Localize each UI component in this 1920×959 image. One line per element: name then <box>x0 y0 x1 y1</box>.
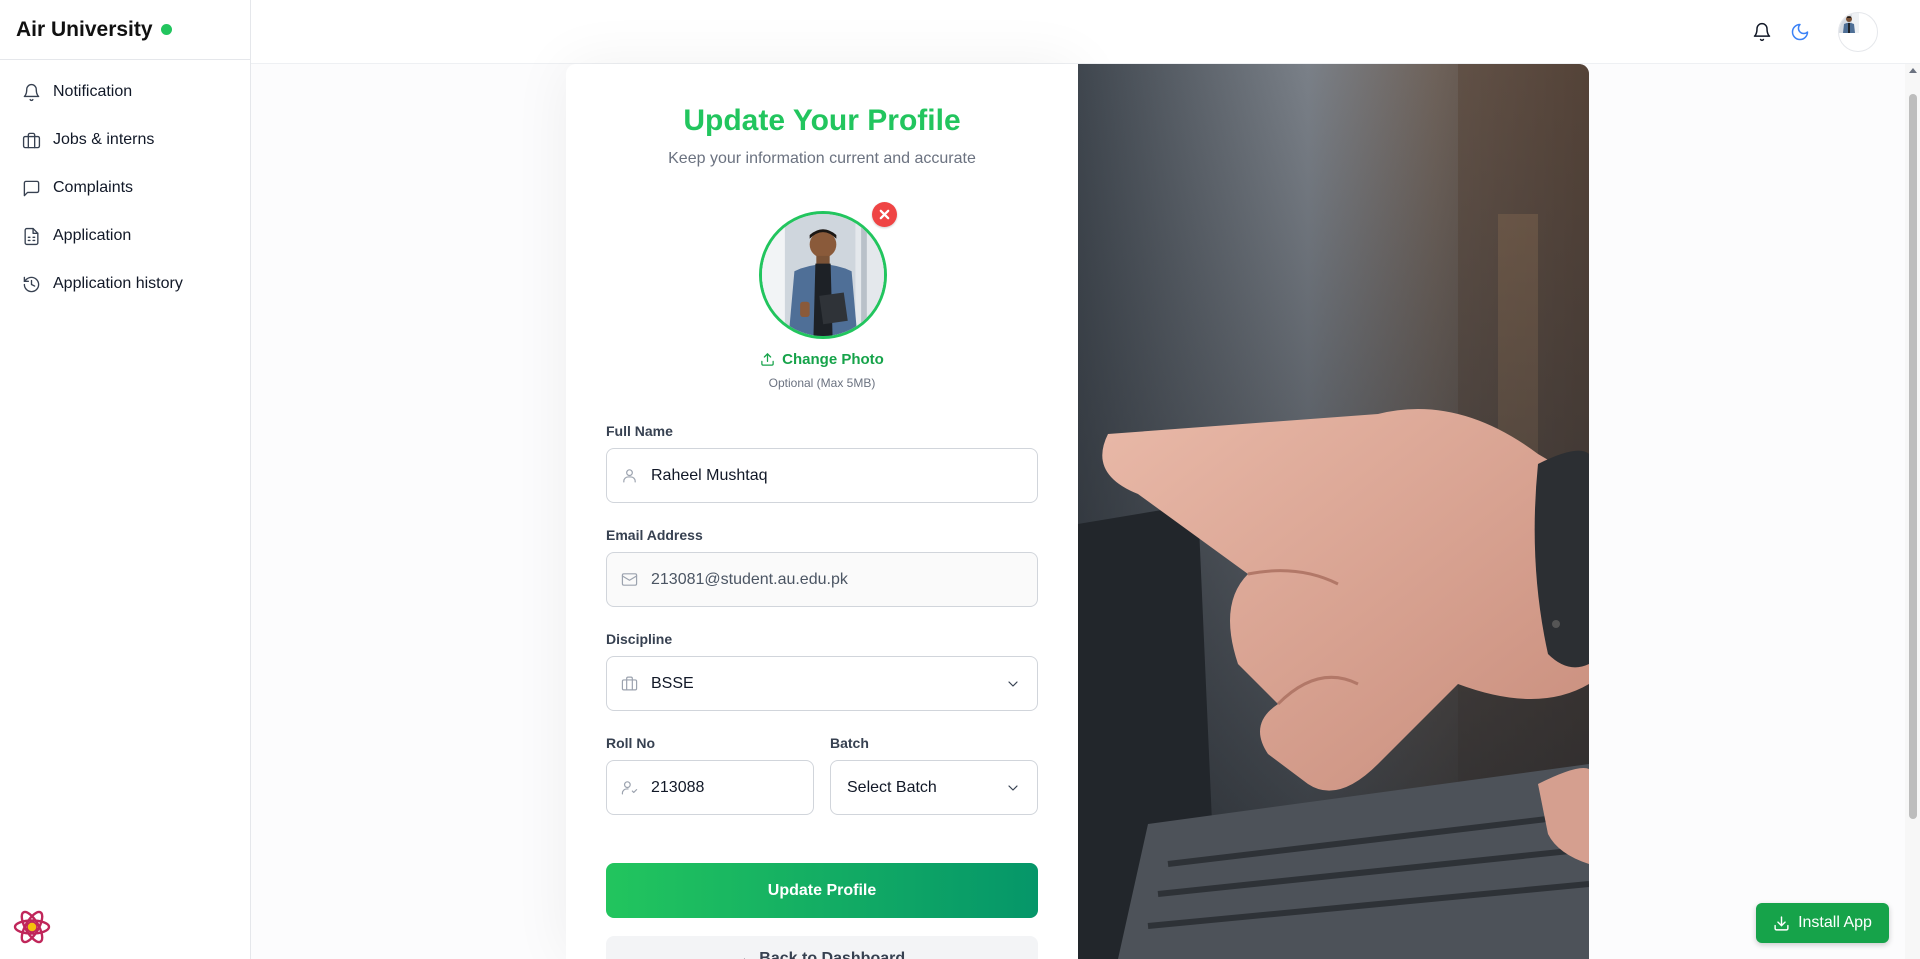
download-icon <box>1774 915 1789 931</box>
email-field[interactable]: 213081@student.au.edu.pk <box>606 552 1038 607</box>
decorative-photo <box>1078 64 1589 959</box>
full-name-label: Full Name <box>606 423 673 439</box>
mail-icon <box>621 573 638 586</box>
discipline-select[interactable]: BSSE <box>606 656 1038 711</box>
roll-no-label: Roll No <box>606 735 655 751</box>
user-icon <box>623 469 636 483</box>
top-actions <box>1752 12 1878 52</box>
message-square-icon <box>23 180 40 196</box>
page-subtitle: Keep your information current and accura… <box>668 150 976 167</box>
profile-avatar <box>759 211 887 339</box>
avatar-image <box>1839 13 1859 33</box>
sidebar-item-jobs[interactable]: Jobs & interns <box>0 116 250 164</box>
profile-photo <box>759 202 897 341</box>
sidebar-item-label: Notification <box>53 83 133 100</box>
top-bar <box>251 0 1920 64</box>
install-app-label: Install App <box>1798 914 1872 931</box>
email-label: Email Address <box>606 527 703 543</box>
sidebar-item-application-history[interactable]: Application history <box>0 260 250 308</box>
sidebar-item-label: Application <box>53 227 132 244</box>
sidebar-item-label: Complaints <box>53 179 134 196</box>
brand-name: Air University <box>16 17 153 41</box>
scrollbar-thumb[interactable] <box>1909 94 1917 819</box>
sidebar: Air University Notification Jobs & inter… <box>0 0 251 959</box>
brand[interactable]: Air University <box>0 0 250 60</box>
sidebar-item-complaints[interactable]: Complaints <box>0 164 250 212</box>
photo-hint: Optional (Max 5MB) <box>768 376 876 390</box>
roll-no-field[interactable]: 213088 <box>606 760 814 815</box>
laptop-hand-image <box>1078 64 1589 959</box>
change-photo-label: Change Photo <box>782 351 884 368</box>
remove-photo-button[interactable] <box>872 202 897 227</box>
chevron-down-icon <box>1008 680 1018 687</box>
profile-photo-image <box>762 214 884 336</box>
close-icon <box>879 209 890 220</box>
full-name-input[interactable]: Raheel Mushtaq <box>651 467 1037 485</box>
batch-label: Batch <box>830 735 869 751</box>
react-logo-icon[interactable] <box>12 907 52 947</box>
full-name-field[interactable]: Raheel Mushtaq <box>606 448 1038 503</box>
update-profile-button[interactable]: Update Profile <box>606 863 1038 918</box>
sidebar-item-label: Application history <box>53 275 183 292</box>
batch-value: Select Batch <box>847 778 937 796</box>
sidebar-nav: Notification Jobs & interns Complaints A… <box>0 60 250 308</box>
moon-icon[interactable] <box>1790 22 1810 42</box>
batch-select[interactable]: Select Batch <box>830 760 1038 815</box>
back-to-dashboard-button[interactable]: ← Back to Dashboard <box>606 936 1038 959</box>
bell-icon <box>23 83 40 101</box>
briefcase-icon <box>22 132 41 148</box>
roll-no-input[interactable]: 213088 <box>651 779 813 797</box>
profile-form-card: Update Your Profile Keep your informatio… <box>566 64 1078 959</box>
upload-icon <box>761 353 774 366</box>
briefcase-icon <box>621 676 638 691</box>
sidebar-item-application[interactable]: Application <box>0 212 250 260</box>
scroll-up-arrow-icon[interactable] <box>1909 68 1917 73</box>
history-icon <box>23 276 40 292</box>
chevron-down-icon <box>1008 784 1018 791</box>
sidebar-item-label: Jobs & interns <box>53 131 155 148</box>
file-text-icon <box>24 227 39 245</box>
change-photo-button[interactable]: Change Photo <box>566 351 1078 368</box>
discipline-value: BSSE <box>651 674 694 692</box>
user-check-icon <box>621 781 638 795</box>
email-input[interactable]: 213081@student.au.edu.pk <box>651 571 1037 589</box>
bell-icon[interactable] <box>1752 22 1772 42</box>
page-title: Update Your Profile <box>683 104 961 137</box>
online-status-dot <box>160 24 172 35</box>
discipline-label: Discipline <box>606 631 673 647</box>
sidebar-item-notification[interactable]: Notification <box>0 68 250 116</box>
install-app-button[interactable]: Install App <box>1756 903 1889 943</box>
user-avatar[interactable] <box>1838 12 1878 52</box>
